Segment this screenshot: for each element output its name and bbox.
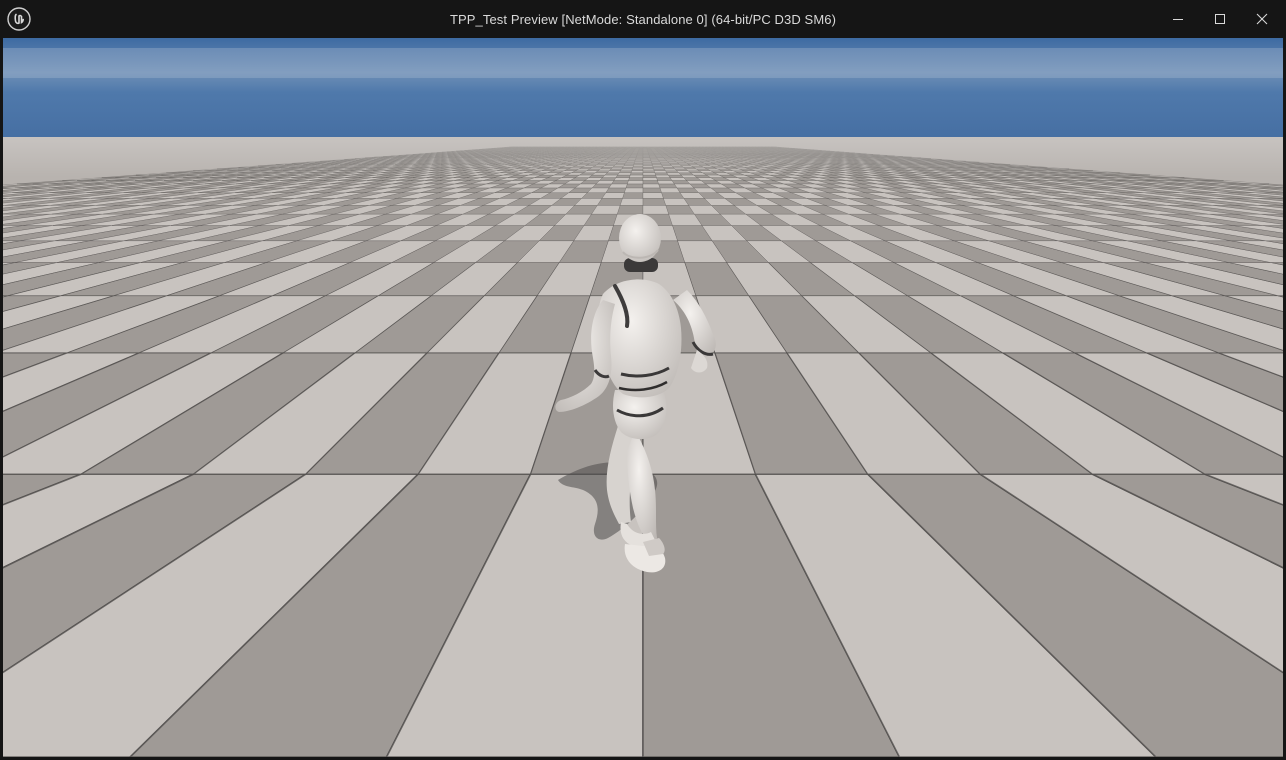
- floor-tile: [642, 198, 667, 206]
- floor-tile: [642, 177, 658, 181]
- floor-tile: [601, 192, 625, 199]
- horizon-haze: [3, 137, 1283, 177]
- floor-tile: [625, 183, 644, 189]
- minimize-button[interactable]: [1157, 0, 1199, 38]
- window-title: TPP_Test Preview [NetMode: Standalone 0]…: [449, 12, 837, 27]
- floor-tile: [624, 187, 644, 193]
- floor-tile: [608, 183, 628, 189]
- floor-tile: [628, 177, 644, 181]
- minimize-icon: [1173, 19, 1183, 20]
- floor-tile: [658, 183, 678, 189]
- floor-tile: [605, 187, 627, 193]
- game-preview-window: TPP_Test Preview [NetMode: Standalone 0]…: [0, 0, 1286, 760]
- title-bar[interactable]: TPP_Test Preview [NetMode: Standalone 0]…: [0, 0, 1286, 38]
- floor-tile: [642, 183, 661, 189]
- viewport-scene: [3, 38, 1283, 757]
- floor-tile: [613, 177, 630, 181]
- maximize-icon: [1215, 14, 1225, 24]
- floor-tile: [642, 180, 659, 185]
- floor-tile: [627, 180, 644, 185]
- floor-tile: [595, 180, 615, 185]
- close-icon: [1256, 13, 1268, 25]
- floor-tile: [617, 205, 644, 215]
- floor-tile: [622, 192, 644, 199]
- floor-tile: [599, 177, 617, 181]
- floor-tile: [642, 187, 662, 193]
- floor-tile: [656, 177, 673, 181]
- floor-tile: [659, 187, 681, 193]
- game-viewport[interactable]: [3, 38, 1283, 757]
- floor-tile: [657, 180, 675, 185]
- close-button[interactable]: [1241, 0, 1283, 38]
- maximize-button[interactable]: [1199, 0, 1241, 38]
- floor-tile: [611, 180, 629, 185]
- sky-clouds: [3, 48, 1283, 78]
- floor-tile: [642, 192, 664, 199]
- floor-tile: [642, 205, 669, 215]
- floor-tile: [619, 198, 644, 206]
